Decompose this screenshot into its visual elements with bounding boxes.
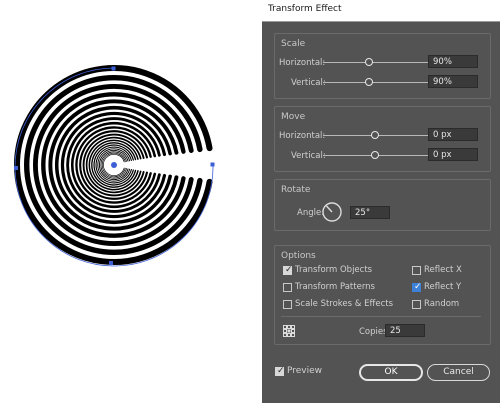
- scale-horizontal-field[interactable]: 90%: [428, 55, 478, 68]
- spiral-artwork[interactable]: [0, 0, 262, 403]
- scale-horizontal-slider-thumb[interactable]: [365, 58, 373, 66]
- dialog-titlebar[interactable]: Transform Effect: [262, 0, 500, 22]
- options-group: Options ✓ Transform Objects Transform Pa…: [274, 245, 491, 345]
- transform-patterns-checkbox[interactable]: [283, 283, 292, 292]
- anchor-point: [14, 166, 18, 170]
- transform-objects-checkbox[interactable]: ✓: [283, 265, 293, 275]
- reflect-y-label[interactable]: Reflect Y: [424, 282, 461, 292]
- cancel-button[interactable]: Cancel: [427, 364, 490, 381]
- scale-strokes-checkbox[interactable]: [283, 300, 292, 309]
- preview-checkbox[interactable]: ✓: [275, 366, 285, 376]
- anchor-point: [210, 162, 215, 167]
- random-label[interactable]: Random: [424, 299, 459, 309]
- move-group: Move Horizontal: 0 px Vertical: 0 px: [274, 106, 491, 172]
- move-horizontal-slider-thumb[interactable]: [371, 131, 379, 139]
- options-group-label: Options: [281, 251, 316, 261]
- reflect-y-checkbox[interactable]: ✓: [412, 282, 422, 292]
- scale-group-label: Scale: [281, 39, 306, 49]
- random-checkbox[interactable]: [412, 300, 421, 309]
- options-divider: [281, 316, 481, 317]
- ok-button[interactable]: OK: [359, 364, 423, 381]
- move-horizontal-slider-track[interactable]: [323, 135, 435, 136]
- scale-vertical-slider-thumb[interactable]: [365, 78, 373, 86]
- preview-label[interactable]: Preview: [287, 366, 322, 376]
- rotate-group-label: Rotate: [281, 185, 311, 195]
- transform-objects-label[interactable]: Transform Objects: [295, 265, 372, 275]
- move-horizontal-label: Horizontal:: [279, 131, 326, 141]
- copies-label: Copies: [359, 327, 388, 337]
- reflect-x-checkbox[interactable]: [412, 266, 421, 275]
- reference-point-icon[interactable]: [283, 325, 295, 337]
- transform-patterns-label[interactable]: Transform Patterns: [295, 282, 375, 292]
- checkmark-icon: ✓: [414, 282, 422, 292]
- move-vertical-field[interactable]: 0 px: [428, 148, 478, 161]
- copies-field[interactable]: 25: [385, 324, 425, 337]
- center-point: [111, 162, 117, 168]
- angle-dial-icon[interactable]: [321, 201, 343, 223]
- rotate-group: Rotate Angle: 25°: [274, 179, 491, 231]
- dialog-title: Transform Effect: [268, 4, 342, 14]
- anchor-point: [111, 66, 116, 71]
- angle-label: Angle:: [297, 208, 325, 218]
- scale-horizontal-label: Horizontal:: [279, 58, 326, 68]
- scale-vertical-field[interactable]: 90%: [428, 75, 478, 88]
- angle-field[interactable]: 25°: [350, 206, 390, 219]
- anchor-point: [109, 261, 113, 265]
- move-group-label: Move: [281, 112, 306, 122]
- scale-strokes-label[interactable]: Scale Strokes & Effects: [295, 299, 393, 309]
- transform-effect-dialog: Transform Effect Scale Horizontal: 90% V…: [262, 0, 500, 403]
- move-horizontal-field[interactable]: 0 px: [428, 128, 478, 141]
- scale-vertical-slider-track[interactable]: [323, 82, 435, 83]
- move-vertical-slider-track[interactable]: [323, 155, 435, 156]
- scale-vertical-label: Vertical:: [291, 78, 326, 88]
- reflect-x-label[interactable]: Reflect X: [424, 265, 462, 275]
- move-vertical-label: Vertical:: [291, 151, 326, 161]
- checkmark-icon: ✓: [277, 366, 285, 376]
- scale-horizontal-slider-track[interactable]: [323, 62, 435, 63]
- checkmark-icon: ✓: [285, 265, 293, 275]
- scale-group: Scale Horizontal: 90% Vertical: 90%: [274, 33, 491, 99]
- move-vertical-slider-thumb[interactable]: [371, 151, 379, 159]
